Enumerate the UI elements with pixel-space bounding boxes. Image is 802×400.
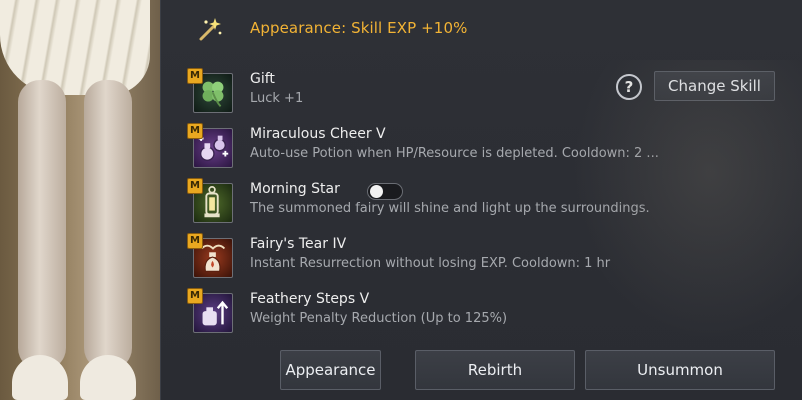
magic-wand-icon [199,18,222,41]
skill-name: Gift [250,71,275,87]
appearance-header: Appearance: Skill EXP +10% [161,0,802,58]
toggle-knob [370,185,383,198]
character-shoe-right [80,355,136,400]
mastery-badge: M [187,288,203,304]
skill-description: Weight Penalty Reduction (Up to 125%) [250,311,508,326]
skill-description: Auto-use Potion when HP/Resource is depl… [250,146,659,161]
mastery-badge: M [187,233,203,249]
skill-row-feathery-steps[interactable]: M Feathery Steps V Weight Penalty Reduct… [187,288,767,340]
character-skirt [0,0,150,95]
skill-name: Morning Star [250,181,340,197]
character-leg-right [84,80,132,370]
skill-description: Instant Resurrection without losing EXP.… [250,256,611,271]
skill-description: Luck +1 [250,91,304,106]
skill-name: Feathery Steps V [250,291,370,307]
skill-row-miraculous-cheer[interactable]: M Miraculous Cheer V Auto-use Potion whe… [187,123,767,175]
mastery-badge: M [187,68,203,84]
unsummon-button[interactable]: Unsummon [585,350,775,390]
skill-name: Miraculous Cheer V [250,126,386,142]
character-leg-left [18,80,66,370]
skill-description: The summoned fairy will shine and light … [250,201,650,216]
mastery-badge: M [187,178,203,194]
appearance-button[interactable]: Appearance [280,350,381,390]
rebirth-button[interactable]: Rebirth [415,350,575,390]
skill-name: Fairy's Tear IV [250,236,347,252]
fairy-skill-panel: Appearance: Skill EXP +10% ? Change Skil… [160,0,802,400]
skill-row-gift[interactable]: M Gift Luck +1 [187,68,767,120]
skill-row-morning-star[interactable]: M Morning Star The summoned fairy will s… [187,178,767,230]
character-artwork [0,0,160,400]
mastery-badge: M [187,123,203,139]
skill-row-fairys-tear[interactable]: M Fairy's Tear IV Instant Resurrection w… [187,233,767,285]
morning-star-toggle[interactable] [367,183,403,200]
appearance-bonus-text: Appearance: Skill EXP +10% [250,19,468,37]
